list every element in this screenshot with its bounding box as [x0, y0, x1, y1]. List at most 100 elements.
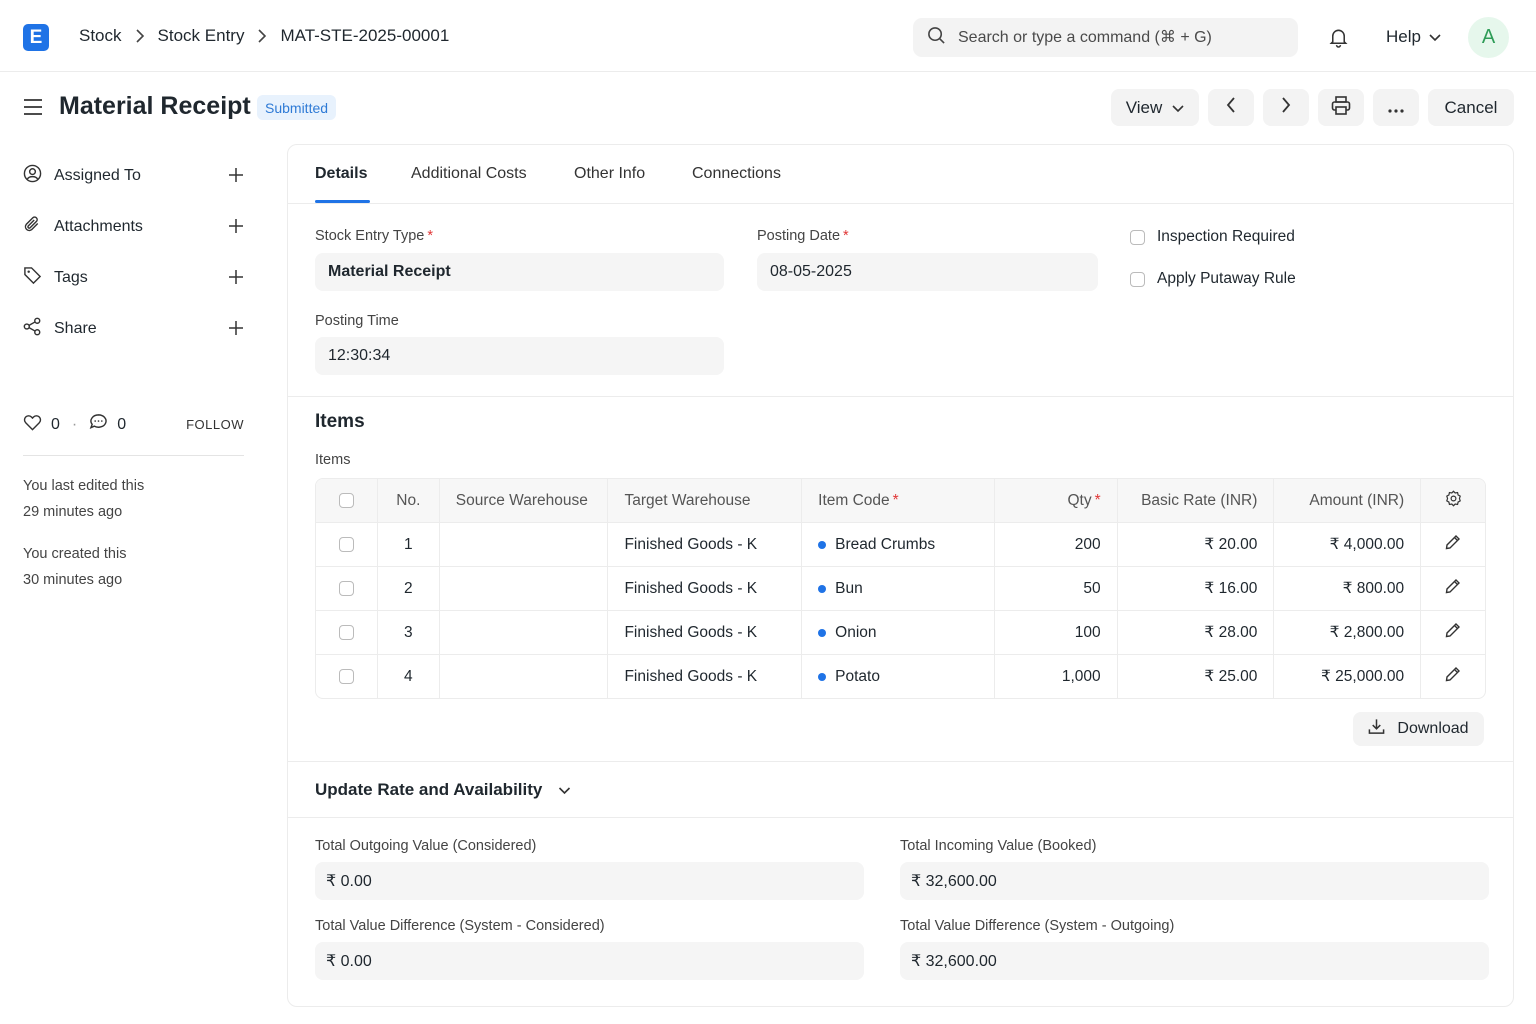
tab-other-info[interactable]: Other Info: [574, 165, 645, 183]
cell-source-warehouse[interactable]: [438, 655, 608, 698]
plus-icon[interactable]: [228, 267, 244, 289]
row-checkbox[interactable]: [338, 581, 354, 596]
app-logo[interactable]: E: [23, 24, 49, 51]
table-row[interactable]: 2 Finished Goods - K Bun 50 ₹ 16.00 ₹ 80…: [316, 566, 1485, 610]
menu-icon[interactable]: [23, 98, 43, 120]
section-divider: [288, 396, 1513, 397]
cell-no: 1: [376, 523, 439, 566]
update-rate-section-title: Update Rate and Availability: [315, 780, 543, 799]
comment-icon[interactable]: [89, 413, 108, 436]
plus-icon[interactable]: [228, 318, 244, 340]
cell-item-code[interactable]: Bun: [801, 567, 994, 610]
table-header: No. Source Warehouse Target Warehouse It…: [316, 479, 1485, 522]
more-button[interactable]: [1373, 89, 1419, 126]
posting-date-field[interactable]: 08-05-2025: [757, 253, 1098, 291]
cell-basic-rate[interactable]: ₹ 16.00: [1116, 567, 1274, 610]
download-button[interactable]: Download: [1353, 712, 1484, 746]
print-button[interactable]: [1318, 89, 1364, 126]
cell-amount[interactable]: ₹ 25,000.00: [1273, 655, 1420, 698]
view-button[interactable]: View: [1111, 89, 1199, 126]
form-card: Details Additional Costs Other Info Conn…: [287, 144, 1514, 1007]
cell-item-code[interactable]: Onion: [801, 611, 994, 654]
more-horizontal-icon: [1388, 98, 1404, 118]
checkbox[interactable]: [1130, 229, 1145, 245]
next-button[interactable]: [1263, 89, 1309, 126]
breadcrumb-stock-entry[interactable]: Stock Entry: [158, 26, 245, 46]
row-edit-cell: [1420, 611, 1485, 654]
cell-target-warehouse[interactable]: Finished Goods - K: [607, 655, 801, 698]
row-checkbox[interactable]: [338, 669, 354, 684]
sidebar-item-label: Share: [54, 320, 97, 337]
column-settings-cell: [1420, 479, 1485, 522]
breadcrumb-document[interactable]: MAT-STE-2025-00001: [280, 26, 449, 46]
cell-target-warehouse[interactable]: Finished Goods - K: [607, 611, 801, 654]
user-avatar[interactable]: A: [1468, 17, 1509, 58]
col-basic-rate: Basic Rate (INR): [1116, 479, 1274, 522]
help-dropdown[interactable]: Help: [1386, 27, 1441, 47]
cell-item-code[interactable]: Bread Crumbs: [801, 523, 994, 566]
diff-considered-label: Total Value Difference (System - Conside…: [315, 918, 605, 934]
cell-source-warehouse[interactable]: [438, 611, 608, 654]
table-row[interactable]: 3 Finished Goods - K Onion 100 ₹ 28.00 ₹…: [316, 610, 1485, 654]
heart-icon[interactable]: [23, 414, 42, 436]
edit-pencil-icon[interactable]: [1445, 666, 1461, 687]
view-label: View: [1125, 97, 1163, 117]
search-bar[interactable]: [913, 18, 1298, 57]
follow-button[interactable]: FOLLOW: [186, 417, 244, 432]
edit-pencil-icon[interactable]: [1445, 534, 1461, 555]
total-incoming-field[interactable]: ₹ 32,600.00: [900, 862, 1489, 900]
table-row[interactable]: 1 Finished Goods - K Bread Crumbs 200 ₹ …: [316, 522, 1485, 566]
edit-pencil-icon[interactable]: [1445, 622, 1461, 643]
cell-target-warehouse[interactable]: Finished Goods - K: [607, 523, 801, 566]
tab-details[interactable]: Details: [315, 165, 367, 183]
row-edit-cell: [1420, 523, 1485, 566]
select-all-checkbox[interactable]: [338, 493, 354, 508]
row-check-cell: [316, 567, 377, 610]
row-checkbox[interactable]: [338, 625, 354, 640]
checkbox[interactable]: [1130, 271, 1145, 287]
inspection-required-checkbox[interactable]: Inspection Required: [1130, 228, 1295, 246]
row-check-cell: [316, 655, 377, 698]
sidebar-item-assigned-to[interactable]: Assigned To: [23, 164, 244, 188]
diff-considered-field[interactable]: ₹ 0.00: [315, 942, 864, 980]
checkbox-label: Apply Putaway Rule: [1157, 270, 1296, 287]
tag-icon: [23, 266, 42, 290]
diff-outgoing-field[interactable]: ₹ 32,600.00: [900, 942, 1489, 980]
stock-entry-type-field[interactable]: Material Receipt: [315, 253, 724, 291]
cell-amount[interactable]: ₹ 4,000.00: [1273, 523, 1420, 566]
settings-gear-icon[interactable]: [1445, 489, 1462, 512]
cell-amount[interactable]: ₹ 2,800.00: [1273, 611, 1420, 654]
cell-qty[interactable]: 100: [993, 611, 1117, 654]
row-checkbox[interactable]: [338, 537, 354, 552]
breadcrumb-stock[interactable]: Stock: [79, 26, 122, 46]
bell-icon[interactable]: [1328, 26, 1349, 52]
tab-additional-costs[interactable]: Additional Costs: [411, 165, 527, 183]
table-row[interactable]: 4 Finished Goods - K Potato 1,000 ₹ 25.0…: [316, 654, 1485, 698]
plus-icon[interactable]: [228, 216, 244, 238]
cell-basic-rate[interactable]: ₹ 20.00: [1116, 523, 1274, 566]
cell-qty[interactable]: 1,000: [993, 655, 1117, 698]
cell-qty[interactable]: 200: [993, 523, 1117, 566]
cell-basic-rate[interactable]: ₹ 28.00: [1116, 611, 1274, 654]
sidebar-item-share[interactable]: Share: [23, 317, 244, 341]
posting-time-field[interactable]: 12:30:34: [315, 337, 724, 375]
cancel-button[interactable]: Cancel: [1428, 89, 1514, 126]
update-rate-section-toggle[interactable]: Update Rate and Availability: [315, 780, 571, 800]
cell-basic-rate[interactable]: ₹ 25.00: [1116, 655, 1274, 698]
plus-icon[interactable]: [228, 165, 244, 187]
cell-item-code[interactable]: Potato: [801, 655, 994, 698]
previous-button[interactable]: [1208, 89, 1254, 126]
cell-target-warehouse[interactable]: Finished Goods - K: [607, 567, 801, 610]
cell-amount[interactable]: ₹ 800.00: [1273, 567, 1420, 610]
social-stats: 0 · 0 FOLLOW: [23, 413, 244, 436]
cell-source-warehouse[interactable]: [438, 523, 608, 566]
search-input[interactable]: [958, 28, 1278, 47]
edit-pencil-icon[interactable]: [1445, 578, 1461, 599]
sidebar-item-tags[interactable]: Tags: [23, 266, 244, 290]
sidebar-item-attachments[interactable]: Attachments: [23, 215, 244, 239]
apply-putaway-rule-checkbox[interactable]: Apply Putaway Rule: [1130, 270, 1296, 288]
total-outgoing-field[interactable]: ₹ 0.00: [315, 862, 864, 900]
tab-connections[interactable]: Connections: [692, 165, 781, 183]
cell-qty[interactable]: 50: [993, 567, 1117, 610]
cell-source-warehouse[interactable]: [438, 567, 608, 610]
